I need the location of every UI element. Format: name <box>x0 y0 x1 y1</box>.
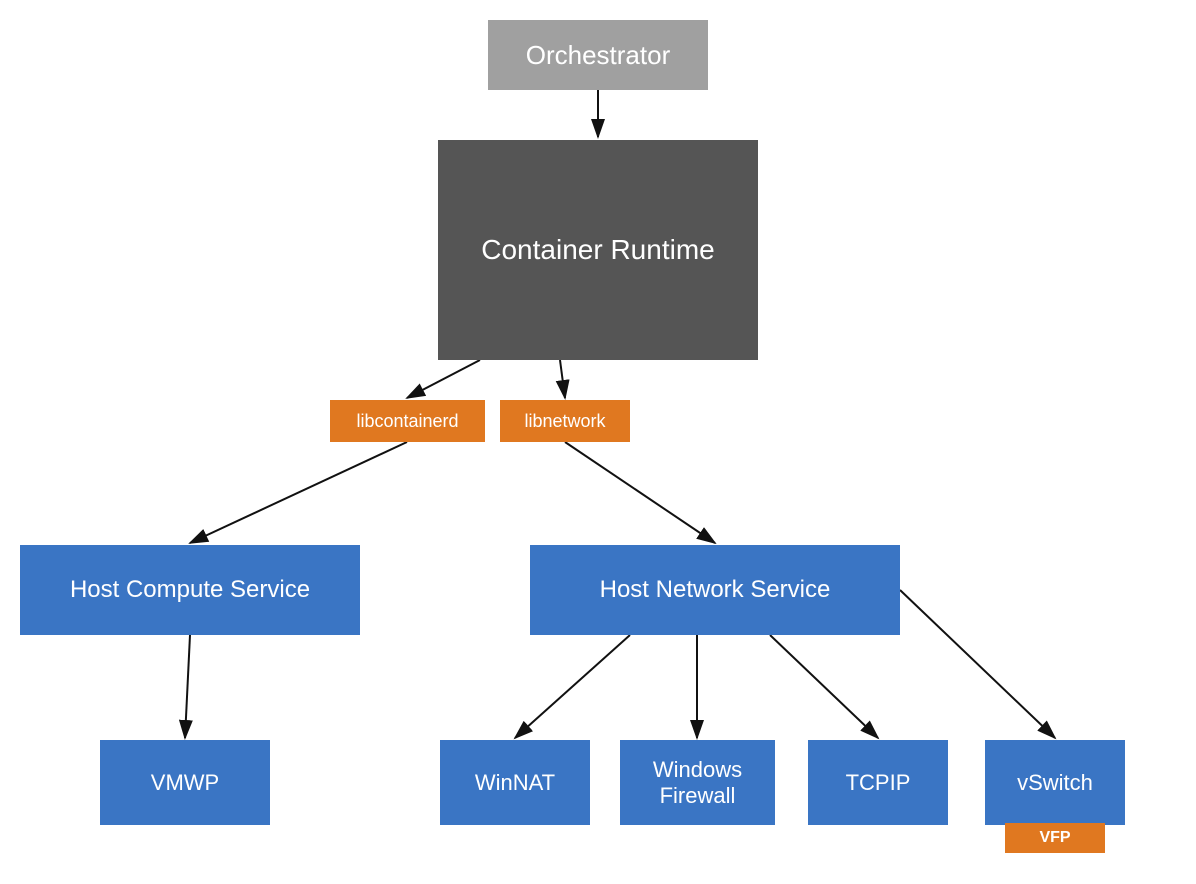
orchestrator-label: Orchestrator <box>526 40 671 71</box>
libnetwork-node: libnetwork <box>500 400 630 442</box>
hns-node: Host Network Service <box>530 545 900 635</box>
vswitch-node: vSwitch <box>985 740 1125 825</box>
hcs-node: Host Compute Service <box>20 545 360 635</box>
windows-firewall-node: Windows Firewall <box>620 740 775 825</box>
winnat-node: WinNAT <box>440 740 590 825</box>
vmwp-node: VMWP <box>100 740 270 825</box>
diagram: Orchestrator Container Runtime libcontai… <box>0 0 1196 884</box>
container-runtime-node: Container Runtime <box>438 140 758 360</box>
vswitch-label: vSwitch <box>1017 770 1093 796</box>
hns-label: Host Network Service <box>600 576 831 604</box>
vfp-label: VFP <box>1039 829 1070 847</box>
hcs-label: Host Compute Service <box>70 576 310 604</box>
libcontainerd-label: libcontainerd <box>356 411 458 432</box>
orchestrator-node: Orchestrator <box>488 20 708 90</box>
runtime-label: Container Runtime <box>481 234 714 266</box>
winnat-label: WinNAT <box>475 770 555 796</box>
tcpip-node: TCPIP <box>808 740 948 825</box>
vfp-node: VFP <box>1005 823 1105 853</box>
vmwp-label: VMWP <box>151 770 219 796</box>
windows-firewall-label: Windows Firewall <box>620 757 775 809</box>
libnetwork-label: libnetwork <box>524 411 605 432</box>
libcontainerd-node: libcontainerd <box>330 400 485 442</box>
tcpip-label: TCPIP <box>846 770 911 796</box>
